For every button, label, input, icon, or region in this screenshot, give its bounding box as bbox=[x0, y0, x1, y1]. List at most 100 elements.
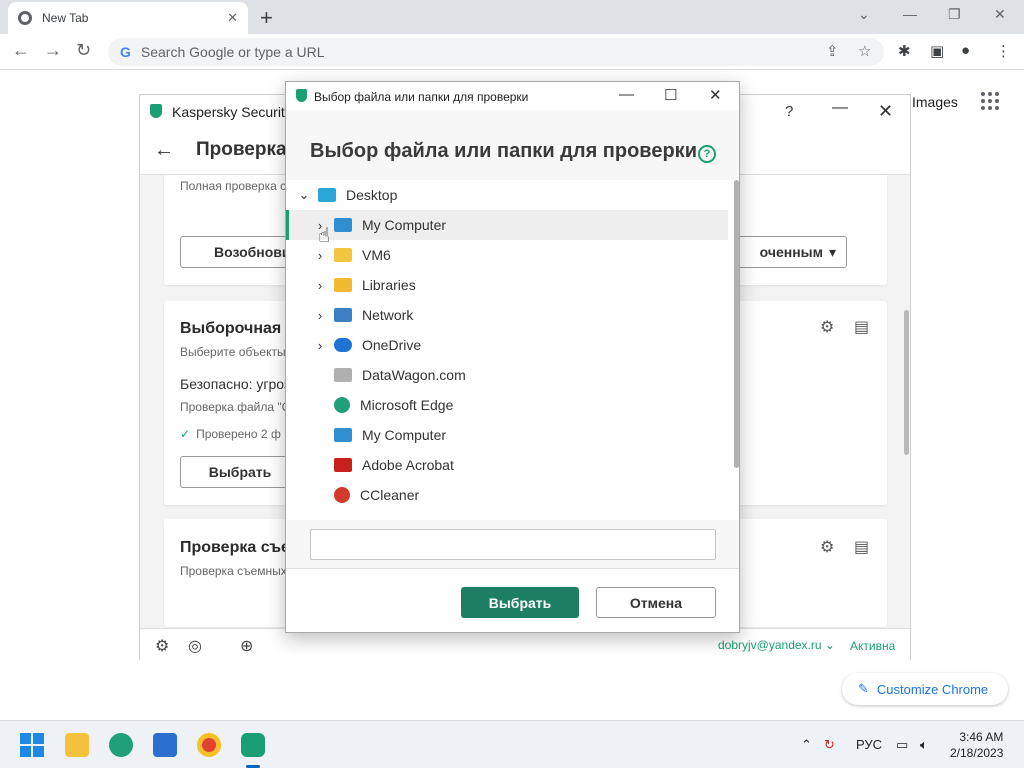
dialog-heading: Выбор файла или папки для проверки bbox=[310, 140, 697, 162]
tree-scrollbar[interactable] bbox=[734, 180, 739, 468]
profile-icon[interactable]: ● bbox=[961, 42, 970, 59]
tree-item-desktop[interactable]: ⌄ Desktop bbox=[296, 180, 398, 210]
bookmark-star-icon[interactable]: ☆ bbox=[858, 42, 871, 60]
chevron-right-icon[interactable]: › bbox=[312, 278, 328, 293]
chevron-right-icon[interactable]: › bbox=[312, 338, 328, 353]
tree-item-adobe-acrobat[interactable]: Adobe Acrobat bbox=[312, 450, 454, 480]
custom-scan-file: Проверка файла "C bbox=[180, 400, 291, 414]
chevron-right-icon[interactable]: › bbox=[312, 248, 328, 263]
taskbar: ⌃ ↻ РУС ▭ 🔈︎ 3:46 AM 2/18/2023 bbox=[0, 720, 1024, 768]
minimize-icon[interactable]: — bbox=[619, 86, 634, 103]
chevron-right-icon[interactable]: › bbox=[312, 308, 328, 323]
dialog-footer: Выбрать Отмена bbox=[286, 568, 739, 632]
select-button[interactable]: Выбрать bbox=[461, 587, 579, 618]
select-button[interactable]: Выбрать bbox=[180, 456, 300, 488]
tab-search-icon[interactable]: ⌄ bbox=[858, 6, 870, 23]
network-icon bbox=[334, 308, 352, 322]
extensions-icon[interactable]: ✱ bbox=[898, 42, 911, 60]
close-icon[interactable]: ✕ bbox=[709, 86, 722, 104]
report-icon[interactable]: ▤ bbox=[854, 537, 869, 557]
help-icon[interactable]: ? bbox=[698, 145, 716, 163]
tree-item-label: OneDrive bbox=[362, 337, 422, 353]
tree-item-datawagon[interactable]: DataWagon.com bbox=[312, 360, 466, 390]
file-explorer-icon[interactable] bbox=[65, 733, 89, 757]
shortcut-icon bbox=[334, 368, 352, 382]
tree-item-onedrive[interactable]: › OneDrive bbox=[312, 330, 421, 360]
google-apps-icon[interactable] bbox=[981, 92, 999, 110]
settings-icon[interactable]: ⚙ bbox=[155, 636, 169, 656]
check-icon: ✓ bbox=[180, 427, 191, 441]
network-tray-icon[interactable]: ▭ bbox=[896, 737, 908, 753]
chevron-down-icon[interactable]: ⌄ bbox=[296, 187, 312, 203]
tree-item-label: VM6 bbox=[362, 247, 391, 263]
license-status[interactable]: Активна bbox=[850, 639, 895, 653]
tree-item-edge[interactable]: Microsoft Edge bbox=[312, 390, 453, 420]
show-hidden-icons-icon[interactable]: ⌃ bbox=[801, 737, 812, 753]
start-windows-icon[interactable] bbox=[20, 733, 44, 757]
dialog-title: Выбор файла или папки для проверки bbox=[314, 90, 529, 104]
tab-new-tab[interactable]: New Tab ✕ bbox=[8, 2, 248, 34]
support-icon[interactable]: ◎ bbox=[188, 636, 202, 656]
network-icon[interactable]: ⊕ bbox=[240, 636, 253, 656]
tree-item-label: Desktop bbox=[346, 187, 398, 203]
gear-icon[interactable]: ⚙ bbox=[820, 317, 834, 337]
volume-icon[interactable]: 🔈︎ bbox=[920, 737, 928, 753]
select-file-dialog: Выбор файла или папки для проверки — ☐ ✕… bbox=[285, 81, 740, 633]
scan-options-dropdown[interactable]: оченным ▾ bbox=[724, 236, 847, 268]
kaspersky-taskbar-icon[interactable] bbox=[241, 733, 265, 757]
custom-scan-status: Безопасно: угроз bbox=[180, 376, 291, 392]
gear-icon[interactable]: ⚙ bbox=[820, 537, 834, 557]
removable-scan-subtitle: Проверка съемных bbox=[180, 564, 287, 578]
close-window-icon[interactable]: ✕ bbox=[994, 6, 1006, 23]
kaspersky-shield-icon bbox=[150, 104, 162, 118]
customize-chrome-button[interactable]: ✎ Customize Chrome bbox=[842, 673, 1008, 705]
custom-scan-subtitle: Выберите объекты, bbox=[180, 345, 289, 359]
side-panel-icon[interactable]: ▣ bbox=[930, 42, 944, 60]
images-link[interactable]: Images bbox=[912, 94, 958, 110]
chrome-icon[interactable] bbox=[197, 733, 221, 757]
kaspersky-shield-icon bbox=[296, 89, 307, 102]
tree-item-label: My Computer bbox=[362, 217, 447, 233]
account-link[interactable]: dobryjv@yandex.ru ⌄ bbox=[718, 638, 835, 652]
report-icon[interactable]: ▤ bbox=[854, 317, 869, 337]
maximize-icon[interactable]: ☐ bbox=[664, 86, 677, 104]
tree-item-network[interactable]: › Network bbox=[312, 300, 414, 330]
menu-icon[interactable]: ⋮ bbox=[996, 42, 1011, 60]
removable-scan-title: Проверка съе bbox=[180, 539, 290, 556]
page-title: Проверка bbox=[196, 139, 287, 160]
computer-icon bbox=[334, 428, 352, 442]
minimize-icon[interactable]: — bbox=[832, 99, 848, 117]
libraries-folder-icon bbox=[334, 278, 352, 292]
hand-cursor-icon: ☝ bbox=[318, 225, 331, 247]
folder-tree[interactable]: ⌄ Desktop › My Computer › VM6 › Librarie… bbox=[286, 180, 739, 520]
custom-scan-checked: ✓ Проверено 2 ф bbox=[180, 427, 281, 441]
close-icon[interactable]: ✕ bbox=[878, 101, 893, 122]
new-tab-button[interactable]: + bbox=[260, 5, 273, 31]
share-icon[interactable]: ⇪ bbox=[826, 42, 839, 60]
clock[interactable]: 3:46 AM 2/18/2023 bbox=[950, 729, 1003, 761]
store-icon[interactable] bbox=[153, 733, 177, 757]
tree-item-libraries[interactable]: › Libraries bbox=[312, 270, 416, 300]
back-arrow-icon[interactable]: ← bbox=[154, 139, 174, 162]
minimize-icon[interactable]: — bbox=[903, 6, 917, 22]
path-input[interactable] bbox=[310, 529, 716, 560]
forward-icon[interactable]: → bbox=[44, 40, 62, 61]
back-icon[interactable]: ← bbox=[12, 40, 30, 61]
omnibox[interactable]: G Search Google or type a URL bbox=[108, 38, 884, 66]
edge-icon[interactable] bbox=[109, 733, 133, 757]
reload-icon[interactable]: ↻ bbox=[76, 40, 91, 61]
cancel-button[interactable]: Отмена bbox=[596, 587, 716, 618]
help-icon[interactable]: ? bbox=[785, 103, 793, 120]
update-icon[interactable]: ↻ bbox=[824, 737, 835, 753]
kaspersky-title: Kaspersky Security bbox=[172, 104, 292, 120]
tree-item-my-computer[interactable]: › My Computer bbox=[312, 210, 446, 240]
language-indicator[interactable]: РУС bbox=[856, 737, 882, 752]
tab-title: New Tab bbox=[42, 11, 89, 25]
tab-close-icon[interactable]: ✕ bbox=[227, 10, 238, 26]
tree-item-my-computer-shortcut[interactable]: My Computer bbox=[312, 420, 446, 450]
tree-item-ccleaner[interactable]: CCleaner bbox=[312, 480, 419, 510]
restore-icon[interactable]: ❐ bbox=[948, 6, 961, 23]
checked-label: Проверено 2 ф bbox=[196, 427, 281, 441]
tree-item-label: Adobe Acrobat bbox=[362, 457, 454, 473]
kaspersky-scrollbar[interactable] bbox=[904, 310, 909, 455]
